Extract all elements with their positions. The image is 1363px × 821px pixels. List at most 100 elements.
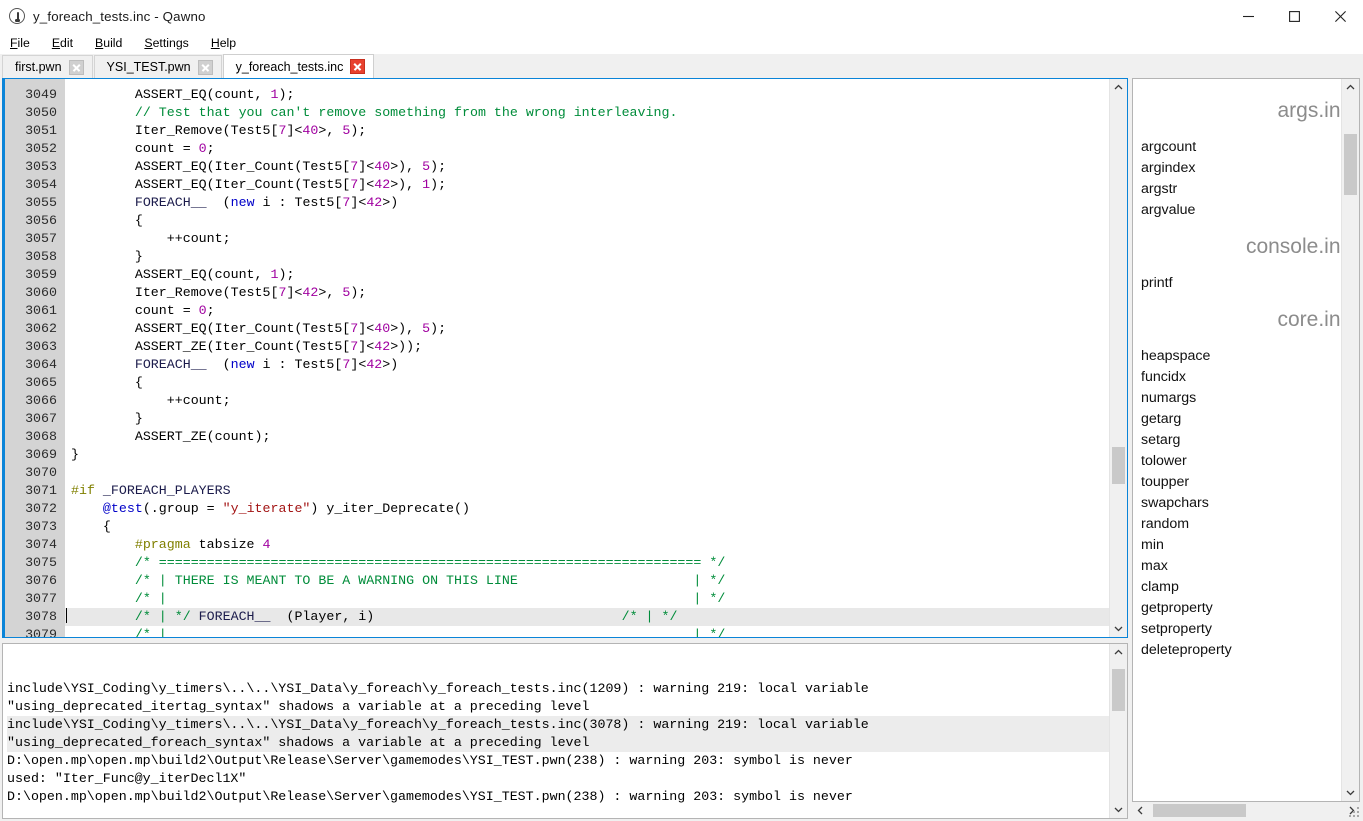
code-line[interactable]: #pragma tabsize 4 [71,536,1109,554]
code-line[interactable]: ASSERT_EQ(Iter_Count(Test5[7]<42>), 1); [71,176,1109,194]
code-line[interactable]: Iter_Remove(Test5[7]<42>, 5); [71,284,1109,302]
function-list-item[interactable]: swapchars [1141,493,1341,514]
build-output-line[interactable]: include\YSI_Coding\y_timers\..\..\YSI_Da… [7,716,1109,734]
sidebar-scroll-track[interactable] [1342,96,1359,784]
sidebar-hscroll-thumb[interactable] [1153,804,1247,817]
sidebar-vertical-scrollbar[interactable] [1341,79,1359,801]
function-list-item[interactable]: deleteproperty [1141,640,1341,661]
scroll-down-icon[interactable] [1110,801,1127,818]
function-list-item[interactable]: max [1141,556,1341,577]
build-output-line[interactable]: D:\open.mp\open.mp\build2\Output\Release… [7,752,1109,770]
function-list-item[interactable]: funcidx [1141,367,1341,388]
code-line[interactable]: Iter_Remove(Test5[7]<40>, 5); [71,122,1109,140]
tab-close-icon[interactable] [350,59,366,74]
menu-label-rest: uild [103,35,123,50]
function-list-item[interactable]: toupper [1141,472,1341,493]
menu-settings[interactable]: Settings [143,35,198,51]
code-line[interactable]: /* | | */ [71,590,1109,608]
maximize-icon[interactable] [1271,0,1317,32]
code-line[interactable]: } [71,446,1109,464]
function-list-item[interactable]: setarg [1141,430,1341,451]
function-list-item[interactable]: heapspace [1141,346,1341,367]
tab-close-icon[interactable] [68,59,84,75]
scroll-up-icon[interactable] [1342,79,1359,96]
function-list-item[interactable]: argstr [1141,179,1341,200]
code-line[interactable]: ASSERT_ZE(count); [71,428,1109,446]
code-line[interactable]: ASSERT_ZE(Iter_Count(Test5[7]<42>)); [71,338,1109,356]
function-list-item[interactable]: random [1141,514,1341,535]
code-line[interactable]: FOREACH__ (new i : Test5[7]<42>) [71,356,1109,374]
function-list-item[interactable]: argindex [1141,158,1341,179]
function-list-item[interactable]: setproperty [1141,619,1341,640]
code-line[interactable]: } [71,410,1109,428]
function-list-item[interactable]: min [1141,535,1341,556]
build-output-line[interactable]: "using_deprecated_foreach_syntax" shadow… [7,734,1109,752]
scroll-left-icon[interactable] [1132,802,1149,819]
sidebar-hscroll-track[interactable] [1149,802,1343,819]
function-list-item[interactable]: argcount [1141,137,1341,158]
code-line[interactable]: /* =====================================… [71,554,1109,572]
scroll-up-icon[interactable] [1110,79,1127,96]
build-output-line[interactable]: "using_deprecated_itertag_syntax" shadow… [7,698,1109,716]
function-list-item[interactable]: getproperty [1141,598,1341,619]
code-line[interactable]: ASSERT_EQ(Iter_Count(Test5[7]<40>), 5); [71,158,1109,176]
sidebar-scroll-thumb[interactable] [1344,133,1357,196]
code-line[interactable]: ASSERT_EQ(count, 1); [71,86,1109,104]
function-list-item[interactable]: argvalue [1141,200,1341,221]
code-text-area[interactable]: ASSERT_EQ(count, 1); // Test that you ca… [65,79,1109,637]
build-output-panel[interactable]: include\YSI_Coding\y_timers\..\..\YSI_Da… [2,643,1128,819]
minimize-icon[interactable] [1225,0,1271,32]
code-line[interactable]: } [71,248,1109,266]
menu-build[interactable]: Build [94,35,132,51]
code-token: >) [382,357,399,372]
menu-file[interactable]: File [9,35,40,51]
editor-vertical-scrollbar[interactable] [1109,79,1127,637]
build-output-line[interactable]: include\YSI_Coding\y_timers\..\..\YSI_Da… [7,680,1109,698]
code-line[interactable]: // Test that you can't remove something … [71,104,1109,122]
output-scroll-thumb[interactable] [1112,668,1125,711]
code-line[interactable]: ASSERT_EQ(count, 1); [71,266,1109,284]
code-line[interactable]: @test(.group = "y_iterate") y_iter_Depre… [71,500,1109,518]
tab-close-icon[interactable] [197,59,213,75]
output-scroll-track[interactable] [1110,661,1127,801]
code-line[interactable]: ASSERT_EQ(Iter_Count(Test5[7]<40>), 5); [71,320,1109,338]
code-line[interactable]: /* | */ FOREACH__ (Player, i) /* | */ [66,608,1109,626]
function-list-item[interactable]: tolower [1141,451,1341,472]
function-list-item[interactable]: clamp [1141,577,1341,598]
code-line[interactable]: count = 0; [71,302,1109,320]
code-line[interactable]: ++count; [71,230,1109,248]
editor-scroll-track[interactable] [1110,96,1127,620]
code-editor[interactable]: 3049 3050 3051 3052 3053 3054 3055 3056 3057 3058… [2,78,1128,638]
function-list-item[interactable]: printf [1141,273,1341,294]
line-number: 3060 [25,285,57,300]
code-line[interactable]: FOREACH__ (new i : Test5[7]<42>) [71,194,1109,212]
sidebar-horizontal-scrollbar[interactable] [1132,802,1360,819]
code-line[interactable]: count = 0; [71,140,1109,158]
output-vertical-scrollbar[interactable] [1109,644,1127,818]
function-list-item[interactable]: numargs [1141,388,1341,409]
code-line[interactable]: /* | | */ [71,626,1109,637]
build-output-line[interactable]: used: "Iter_Func@y_iterDecl1X" [7,770,1109,788]
code-line[interactable]: { [71,374,1109,392]
function-list-item[interactable]: getarg [1141,409,1341,430]
build-output-text[interactable]: include\YSI_Coding\y_timers\..\..\YSI_Da… [3,644,1109,818]
editor-tab[interactable]: first.pwn [2,55,93,78]
code-line[interactable]: ++count; [71,392,1109,410]
scroll-down-icon[interactable] [1342,784,1359,801]
function-list[interactable]: args.inc argcountargindexargstrargvalue co… [1133,79,1341,801]
editor-tab[interactable]: y_foreach_tests.inc [222,54,375,78]
menu-help[interactable]: Help [210,35,246,51]
editor-tab[interactable]: YSI_TEST.pwn [93,55,222,78]
editor-scroll-thumb[interactable] [1112,446,1125,484]
close-icon[interactable] [1317,0,1363,32]
window-resize-grip[interactable] [1349,807,1361,819]
code-line[interactable] [71,464,1109,482]
code-line[interactable]: { [71,518,1109,536]
scroll-down-icon[interactable] [1110,620,1127,637]
menu-edit[interactable]: Edit [51,35,83,51]
code-line[interactable]: { [71,212,1109,230]
scroll-up-icon[interactable] [1110,644,1127,661]
code-line[interactable]: #if _FOREACH_PLAYERS [71,482,1109,500]
code-line[interactable]: /* | THERE IS MEANT TO BE A WARNING ON T… [71,572,1109,590]
build-output-line[interactable]: D:\open.mp\open.mp\build2\Output\Release… [7,788,1109,806]
